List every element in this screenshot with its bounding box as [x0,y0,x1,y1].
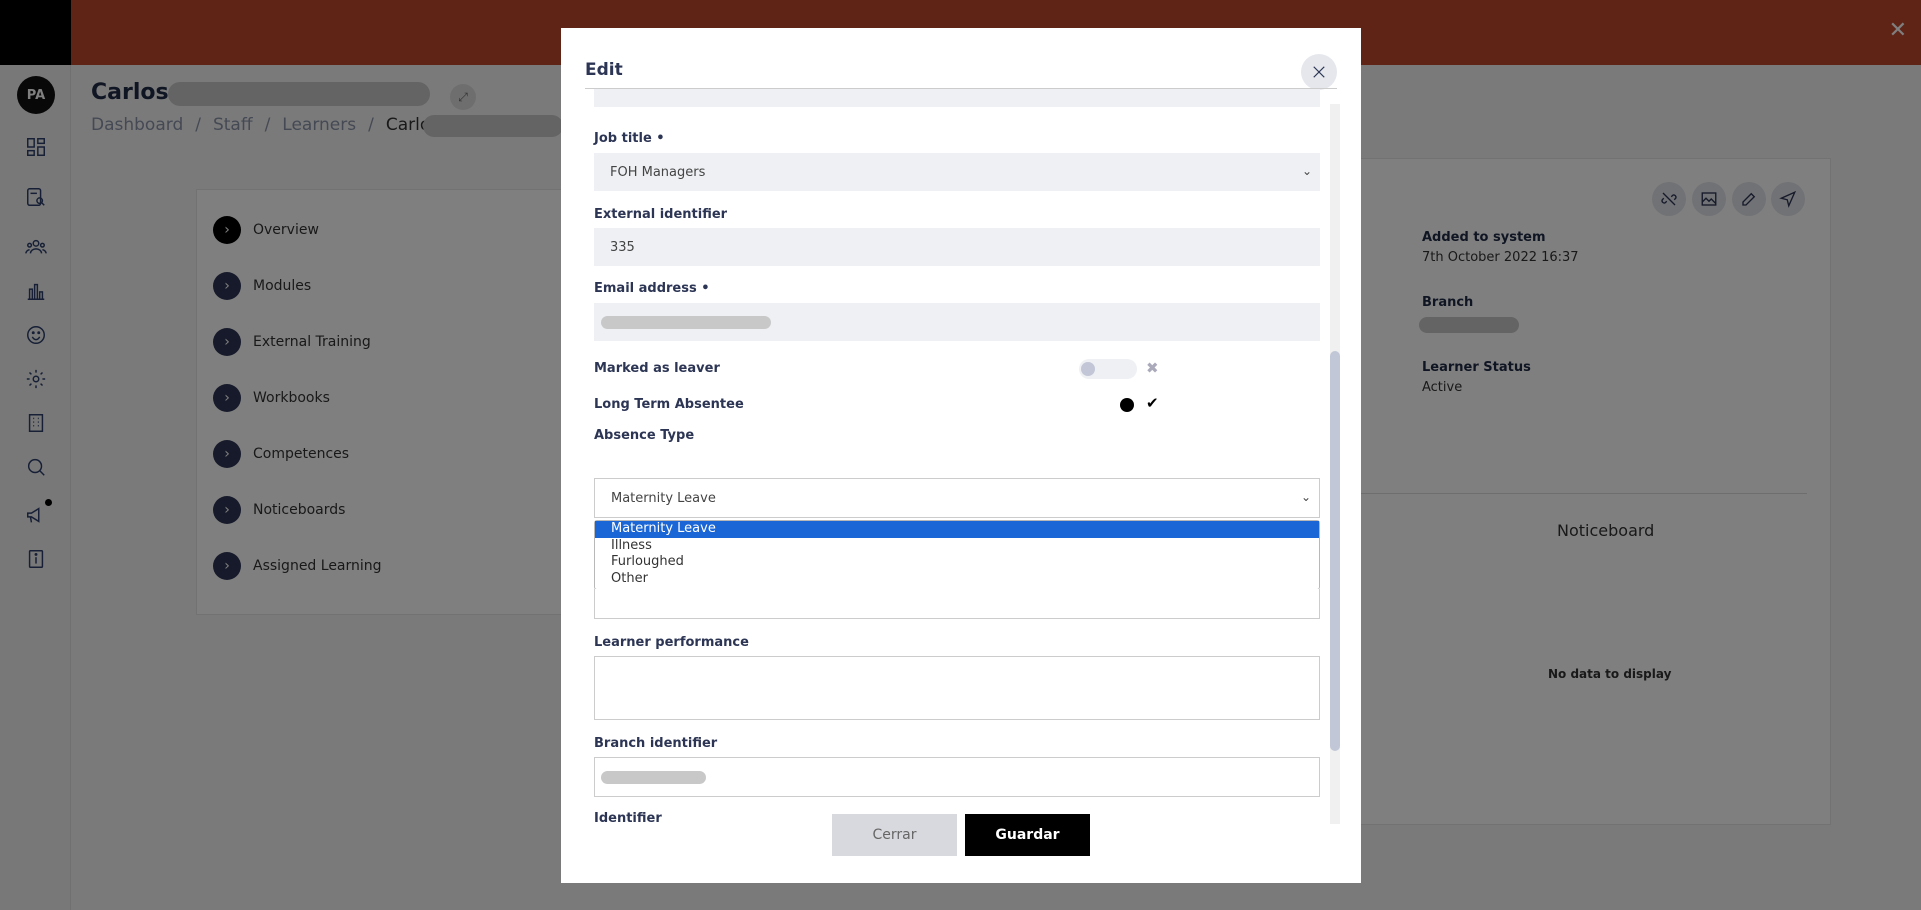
external-id-input[interactable]: 335 [594,228,1320,266]
x-icon: ✖ [1146,359,1159,377]
absence-type-label: Absence Type [594,428,695,443]
job-title-label: Job title • [594,131,665,146]
option-furloughed[interactable]: Furloughed [595,554,1319,571]
cancel-button[interactable]: Cerrar [832,814,957,856]
option-maternity-leave[interactable]: Maternity Leave [595,521,1319,538]
chevron-down-icon: ⌄ [1300,490,1311,504]
absence-type-value: Maternity Leave [611,490,716,506]
external-id-label: External identifier [594,207,728,222]
redacted-branch-id [601,771,706,784]
modal-scrollbar-thumb[interactable] [1330,351,1340,751]
chevron-down-icon: ⌄ [1301,164,1312,178]
job-title-value: FOH Managers [610,164,706,180]
toggle-knob [1120,398,1134,412]
modal-close-button[interactable] [1301,54,1337,90]
modal-header: Edit [561,28,1361,90]
email-label: Email address • [594,281,710,296]
close-icon [1313,66,1325,78]
performance-textarea[interactable] [594,656,1320,720]
redacted-email [601,316,771,329]
performance-label: Learner performance [594,635,749,650]
option-other[interactable]: Other [595,571,1319,588]
option-illness[interactable]: Illness [595,538,1319,555]
toggle-knob [1081,362,1095,376]
identifier-label: Identifier [594,811,662,824]
notes-textarea[interactable] [594,589,1320,619]
absence-type-select[interactable]: Maternity Leave ⌄ [594,478,1320,518]
modal-body: Job title • FOH Managers ⌄ External iden… [561,89,1341,824]
modal-title: Edit [585,60,623,80]
external-id-value: 335 [610,239,635,255]
leaver-label: Marked as leaver [594,361,720,376]
check-icon: ✔ [1146,394,1159,412]
save-button[interactable]: Guardar [965,814,1090,856]
edit-modal: Edit Job title • FOH Managers ⌄ External… [561,28,1361,883]
branch-id-label: Branch identifier [594,736,718,751]
leaver-toggle[interactable] [1079,359,1137,379]
job-title-select[interactable]: FOH Managers ⌄ [594,153,1320,191]
absentee-label: Long Term Absentee [594,397,744,412]
absentee-toggle[interactable] [1079,395,1137,415]
absence-type-options: Maternity Leave Illness Furloughed Other [594,520,1320,590]
date-input[interactable] [594,89,1320,107]
